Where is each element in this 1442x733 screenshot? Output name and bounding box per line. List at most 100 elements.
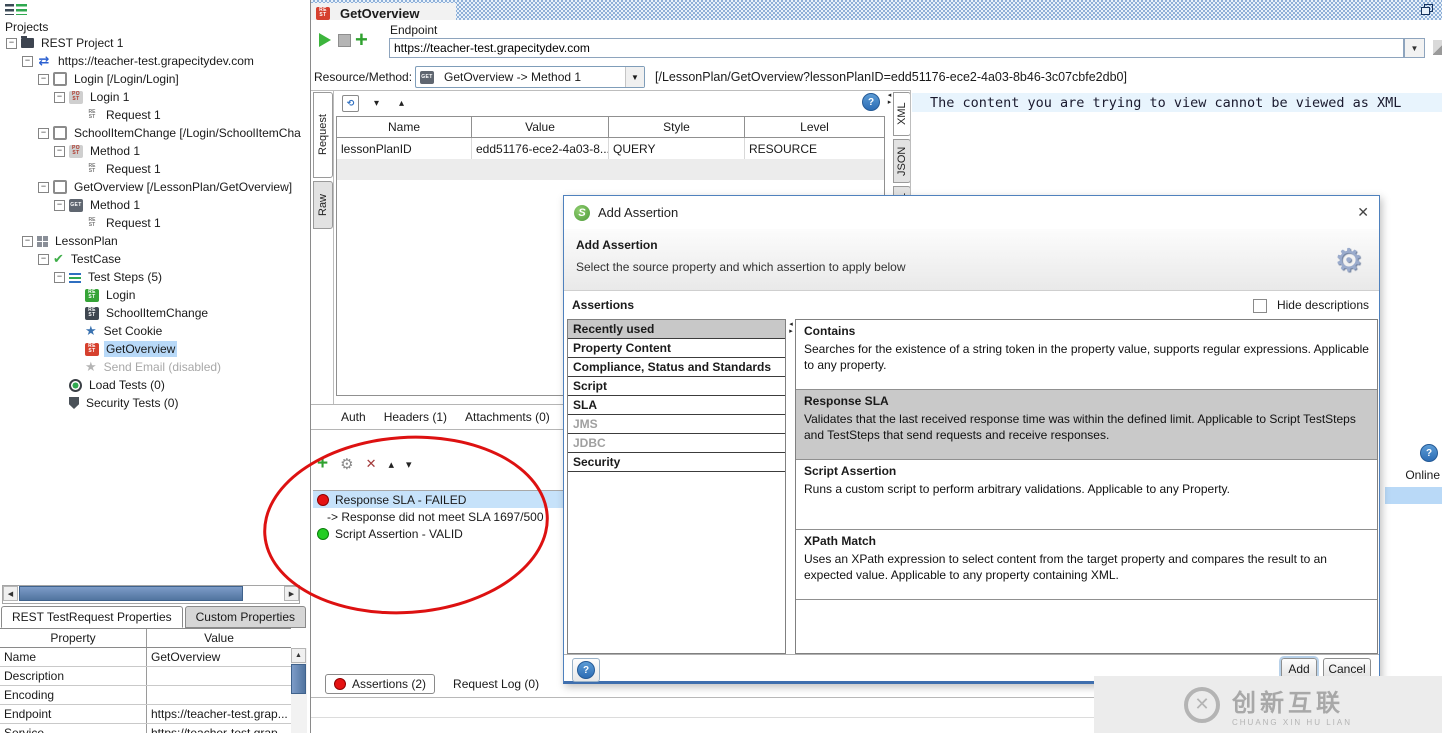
expander-icon[interactable] xyxy=(38,127,49,139)
tree-item-getoverview-resource[interactable]: GetOverview [/LessonPlan/GetOverview] xyxy=(0,178,308,196)
dialog-splitter[interactable] xyxy=(787,321,795,335)
get-method-icon xyxy=(69,198,83,212)
tree-item-test-steps[interactable]: Test Steps (5) xyxy=(0,268,308,286)
delete-assertion-icon[interactable] xyxy=(366,456,377,472)
help-icon[interactable] xyxy=(1420,444,1438,462)
endpoint-dropdown-icon[interactable] xyxy=(1404,38,1425,58)
soapui-window: Projects REST Project 1 https://teacher-… xyxy=(0,0,1442,733)
expander-icon[interactable] xyxy=(54,91,65,103)
scroll-right-icon[interactable]: ▶ xyxy=(284,586,299,601)
expander-icon[interactable] xyxy=(54,199,65,211)
assertion-option-script-assertion[interactable]: Script Assertion Runs a custom script to… xyxy=(796,460,1377,530)
category-security[interactable]: Security xyxy=(568,453,785,472)
tree-item-login-resource[interactable]: Login [/Login/Login] xyxy=(0,70,308,88)
tab-xml[interactable]: XML xyxy=(893,92,911,136)
gear-icon[interactable] xyxy=(340,455,353,473)
folder-icon xyxy=(21,36,34,48)
tree-item-step-set-cookie[interactable]: Set Cookie xyxy=(0,322,308,340)
category-compliance[interactable]: Compliance, Status and Standards xyxy=(568,358,785,377)
dialog-titlebar[interactable]: Add Assertion xyxy=(564,196,1379,229)
tree-item-load-tests[interactable]: Load Tests (0) xyxy=(0,376,308,394)
resource-method-select[interactable]: GetOverview -> Method 1 xyxy=(415,66,645,88)
add-assertion-icon[interactable] xyxy=(317,457,328,471)
tree-item-step-login[interactable]: Login xyxy=(0,286,308,304)
tree-item-step-send-email[interactable]: Send Email (disabled) xyxy=(0,358,308,376)
tree-item-step-schoolitemchange[interactable]: SchoolItemChange xyxy=(0,304,308,322)
assertion-option-contains[interactable]: Contains Searches for the existence of a… xyxy=(796,320,1377,390)
category-recently-used[interactable]: Recently used xyxy=(568,320,785,339)
endpoint-input[interactable] xyxy=(389,38,1404,58)
tab-json[interactable]: JSON xyxy=(893,139,911,183)
tab-request[interactable]: Request xyxy=(313,92,333,178)
table-row[interactable]: Endpoint https://teacher-test.grap... xyxy=(0,705,291,724)
tab-custom-properties[interactable]: Custom Properties xyxy=(184,606,307,628)
move-up-icon[interactable] xyxy=(388,458,394,471)
tree-item-schoolitemchange-request[interactable]: Request 1 xyxy=(0,160,308,178)
category-sla[interactable]: SLA xyxy=(568,396,785,415)
run-icon[interactable] xyxy=(319,33,331,47)
restore-window-icon[interactable] xyxy=(1421,4,1433,15)
filter-icon[interactable] xyxy=(1433,40,1442,55)
tree-item-login-method[interactable]: Login 1 xyxy=(0,88,308,106)
tree-item-security-tests[interactable]: Security Tests (0) xyxy=(0,394,308,412)
expander-icon[interactable] xyxy=(22,235,33,247)
expander-icon[interactable] xyxy=(6,37,17,49)
tab-headers[interactable]: Headers (1) xyxy=(384,410,447,424)
test-steps-icon xyxy=(69,272,81,283)
move-up-icon[interactable] xyxy=(399,98,404,109)
post-method-icon xyxy=(69,90,83,104)
tree-item-schoolitemchange-resource[interactable]: SchoolItemChange [/Login/SchoolItemCha xyxy=(0,124,308,142)
scrollbar-thumb[interactable] xyxy=(19,586,243,601)
table-row[interactable]: Description xyxy=(0,667,291,686)
revert-params-icon[interactable] xyxy=(342,95,359,112)
tree-item-schoolitemchange-method[interactable]: Method 1 xyxy=(0,142,308,160)
close-icon[interactable] xyxy=(1357,204,1369,221)
tab-raw[interactable]: Raw xyxy=(313,181,333,229)
tree-horizontal-scrollbar[interactable]: ◀ ▶ xyxy=(2,585,300,604)
expander-icon[interactable] xyxy=(38,73,49,85)
online-selection-bar[interactable] xyxy=(1385,487,1442,504)
assertion-option-response-sla[interactable]: Response SLA Validates that the last rec… xyxy=(796,390,1377,460)
move-down-icon[interactable] xyxy=(374,98,379,109)
tree-item-lessonplan-suite[interactable]: LessonPlan xyxy=(0,232,308,250)
expander-icon[interactable] xyxy=(54,271,65,283)
assertion-option-xpath-match[interactable]: XPath Match Uses an XPath expression to … xyxy=(796,530,1377,600)
tab-rest-testrequest-properties[interactable]: REST TestRequest Properties xyxy=(1,606,183,628)
menu-icon[interactable] xyxy=(5,3,27,15)
dropdown-arrow-icon[interactable] xyxy=(625,67,644,87)
tree-item-step-getoverview[interactable]: GetOverview xyxy=(0,340,308,358)
column-header: Property xyxy=(0,629,147,647)
tab-auth[interactable]: Auth xyxy=(341,410,366,424)
tree-item-getoverview-method[interactable]: Method 1 xyxy=(0,196,308,214)
rest-step-icon xyxy=(85,288,99,302)
expander-icon[interactable] xyxy=(22,55,33,67)
tree-item-testcase[interactable]: TestCase xyxy=(0,250,308,268)
properties-vertical-scrollbar[interactable]: ▲ xyxy=(291,648,307,733)
table-row[interactable]: Encoding xyxy=(0,686,291,705)
expander-icon[interactable] xyxy=(38,253,49,265)
help-button[interactable] xyxy=(572,658,600,682)
table-row[interactable]: Service https://teacher-test.grap... xyxy=(0,724,291,733)
category-property-content[interactable]: Property Content xyxy=(568,339,785,358)
tree-item-service-endpoint[interactable]: https://teacher-test.grapecitydev.com xyxy=(0,52,308,70)
table-row[interactable]: Name GetOverview xyxy=(0,648,291,667)
tree-item-login-request[interactable]: Request 1 xyxy=(0,106,308,124)
tab-assertions[interactable]: Assertions (2) xyxy=(325,674,436,694)
stop-icon[interactable] xyxy=(338,34,351,47)
expander-icon[interactable] xyxy=(54,145,65,157)
scroll-left-icon[interactable]: ◀ xyxy=(3,586,18,601)
window-titlebar[interactable]: GetOverview xyxy=(311,0,1442,23)
add-icon[interactable] xyxy=(355,27,368,53)
tree-item-getoverview-request[interactable]: Request 1 xyxy=(0,214,308,232)
tree-item-rest-project[interactable]: REST Project 1 xyxy=(0,34,308,52)
tab-request-log[interactable]: Request Log (0) xyxy=(445,675,547,693)
expander-icon[interactable] xyxy=(38,181,49,193)
tab-attachments[interactable]: Attachments (0) xyxy=(465,410,550,424)
category-script[interactable]: Script xyxy=(568,377,785,396)
table-row[interactable]: lessonPlanID edd51176-ece2-4a03-8... QUE… xyxy=(337,138,884,159)
hide-descriptions-checkbox[interactable] xyxy=(1253,299,1267,313)
scrollbar-thumb[interactable] xyxy=(291,664,306,694)
scroll-up-icon[interactable]: ▲ xyxy=(291,648,306,663)
move-down-icon[interactable] xyxy=(406,458,412,471)
help-icon[interactable] xyxy=(862,93,880,111)
